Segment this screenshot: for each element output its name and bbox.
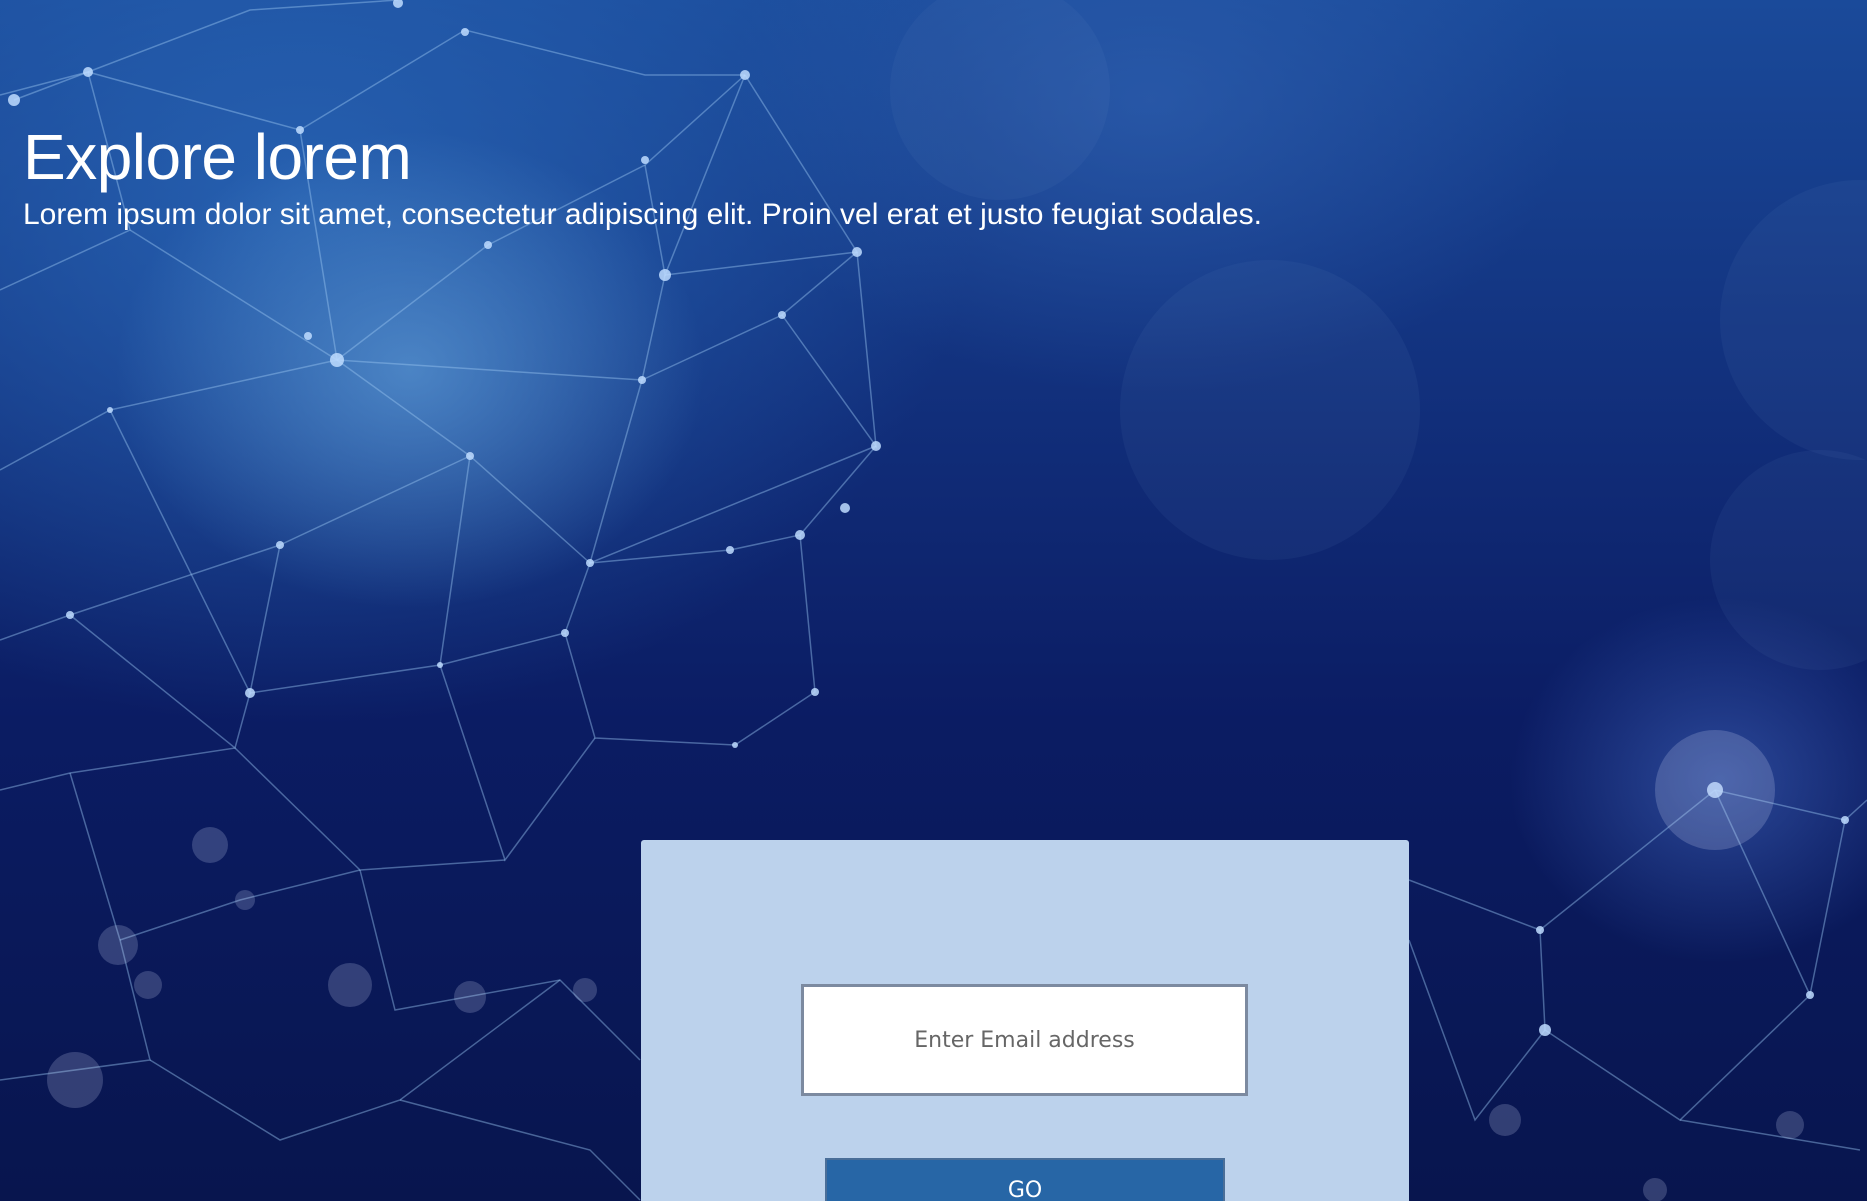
hero-title: Explore lorem [23,121,412,193]
email-input[interactable] [801,984,1248,1096]
signup-panel: GO [641,840,1409,1201]
hero-subtitle: Lorem ipsum dolor sit amet, consectetur … [23,198,1262,231]
go-button[interactable]: GO [825,1158,1225,1201]
